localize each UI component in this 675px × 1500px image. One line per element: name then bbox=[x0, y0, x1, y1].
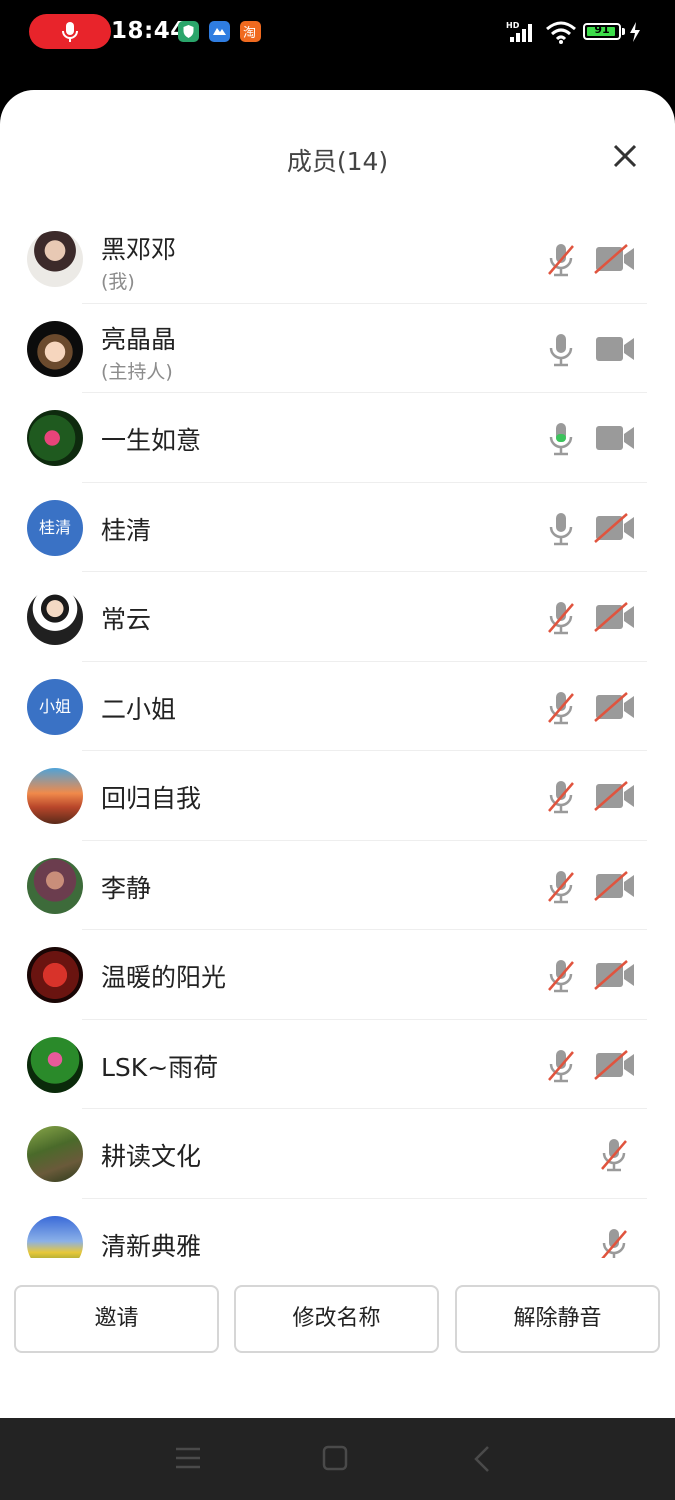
sheet-title: 成员(14) bbox=[286, 147, 389, 176]
camera-on-icon[interactable] bbox=[594, 334, 636, 364]
signal-icon: HD bbox=[506, 21, 532, 42]
member-list[interactable]: 黑邓邓 (我) 亮晶晶 (主持人) 一生如意 桂清 桂清 常云 小姐 二小姐 回… bbox=[0, 214, 675, 1258]
avatar bbox=[27, 320, 83, 377]
camera-off-icon[interactable] bbox=[594, 781, 636, 811]
close-icon[interactable] bbox=[609, 140, 641, 172]
mic-on-icon[interactable] bbox=[546, 511, 576, 547]
mic-muted-icon[interactable] bbox=[546, 600, 576, 636]
member-row[interactable]: 黑邓邓 (我) bbox=[0, 214, 675, 304]
camera-off-icon[interactable] bbox=[594, 870, 636, 901]
member-name: 常云 bbox=[101, 605, 152, 634]
member-name: 二小姐 bbox=[101, 694, 177, 724]
avatar: 小姐 bbox=[27, 678, 83, 735]
back-icon[interactable] bbox=[472, 1445, 492, 1473]
menu-icon[interactable] bbox=[174, 1445, 202, 1471]
member-row[interactable]: 小姐 二小姐 bbox=[0, 662, 675, 751]
member-row[interactable]: 李静 bbox=[0, 841, 675, 930]
member-row[interactable]: 回归自我 bbox=[0, 751, 675, 841]
mic-muted-icon[interactable] bbox=[546, 1048, 576, 1084]
member-name: 一生如意 bbox=[101, 426, 202, 455]
avatar bbox=[27, 410, 83, 466]
recording-indicator[interactable] bbox=[29, 14, 111, 49]
camera-off-icon[interactable] bbox=[594, 602, 636, 632]
avatar bbox=[27, 589, 83, 645]
mic-muted-icon[interactable] bbox=[546, 690, 576, 726]
unmute-button[interactable]: 解除静音 bbox=[455, 1285, 660, 1353]
avatar bbox=[27, 768, 83, 824]
avatar: 桂清 bbox=[27, 499, 83, 556]
mic-muted-icon[interactable] bbox=[546, 779, 576, 815]
status-bar: 18:44 淘 HD 91 bbox=[0, 0, 675, 64]
home-icon[interactable] bbox=[322, 1445, 348, 1471]
avatar bbox=[27, 857, 83, 914]
camera-off-icon[interactable] bbox=[594, 244, 636, 274]
svg-text:HD: HD bbox=[506, 21, 520, 30]
avatar bbox=[27, 1126, 83, 1182]
meeting-app-icon bbox=[209, 21, 230, 42]
mic-speaking-icon[interactable] bbox=[546, 421, 576, 457]
mic-muted-icon[interactable] bbox=[546, 958, 576, 994]
member-row[interactable]: 常云 bbox=[0, 572, 675, 662]
shield-app-icon bbox=[178, 21, 199, 42]
avatar bbox=[27, 947, 83, 1003]
camera-off-icon[interactable] bbox=[594, 1049, 636, 1080]
svg-text:淘: 淘 bbox=[243, 26, 256, 41]
member-row[interactable]: 亮晶晶 (主持人) bbox=[0, 304, 675, 393]
members-sheet: 成员(14) 黑邓邓 (我) 亮晶晶 (主持人) 一生如意 桂清 桂清 常云 小… bbox=[0, 90, 675, 1418]
member-name: 亮晶晶 bbox=[101, 324, 177, 354]
taobao-app-icon: 淘 bbox=[240, 21, 261, 42]
member-row[interactable]: LSK~雨荷 bbox=[0, 1020, 675, 1109]
system-nav-bar bbox=[0, 1418, 675, 1500]
mic-muted-icon[interactable] bbox=[599, 1137, 629, 1173]
wifi-icon bbox=[546, 21, 576, 44]
battery-indicator: 91 bbox=[583, 23, 621, 40]
member-name: 李静 bbox=[101, 873, 152, 903]
member-name: 回归自我 bbox=[101, 784, 202, 813]
mic-on-icon[interactable] bbox=[546, 332, 576, 368]
member-name: LSK~雨荷 bbox=[101, 1052, 219, 1082]
status-time: 18:44 bbox=[111, 18, 187, 44]
microphone-icon bbox=[62, 22, 78, 42]
member-role: (主持人) bbox=[101, 360, 173, 383]
avatar bbox=[27, 1215, 83, 1258]
invite-button[interactable]: 邀请 bbox=[14, 1285, 219, 1353]
charging-icon bbox=[630, 22, 640, 42]
member-row[interactable]: 桂清 桂清 bbox=[0, 483, 675, 572]
member-row[interactable]: 一生如意 bbox=[0, 393, 675, 483]
member-row[interactable]: 温暖的阳光 bbox=[0, 930, 675, 1020]
battery-level: 91 bbox=[594, 23, 610, 36]
mic-muted-icon[interactable] bbox=[599, 1227, 629, 1259]
member-name: 桂清 bbox=[101, 515, 152, 545]
member-row[interactable]: 清新典雅 bbox=[0, 1199, 675, 1259]
member-name: 温暖的阳光 bbox=[101, 963, 227, 992]
member-name: 黑邓邓 bbox=[101, 235, 177, 264]
camera-on-icon[interactable] bbox=[594, 423, 636, 453]
avatar bbox=[27, 1036, 83, 1093]
avatar bbox=[27, 231, 83, 287]
camera-off-icon[interactable] bbox=[594, 512, 636, 543]
camera-off-icon[interactable] bbox=[594, 960, 636, 990]
mic-muted-icon[interactable] bbox=[546, 869, 576, 905]
member-role: (我) bbox=[101, 271, 135, 293]
member-name: 耕读文化 bbox=[101, 1142, 202, 1171]
camera-off-icon[interactable] bbox=[594, 691, 636, 722]
mic-muted-icon[interactable] bbox=[546, 242, 576, 278]
member-name: 清新典雅 bbox=[101, 1231, 202, 1259]
member-row[interactable]: 耕读文化 bbox=[0, 1109, 675, 1199]
rename-button[interactable]: 修改名称 bbox=[234, 1285, 439, 1353]
battery-tip bbox=[622, 28, 625, 35]
